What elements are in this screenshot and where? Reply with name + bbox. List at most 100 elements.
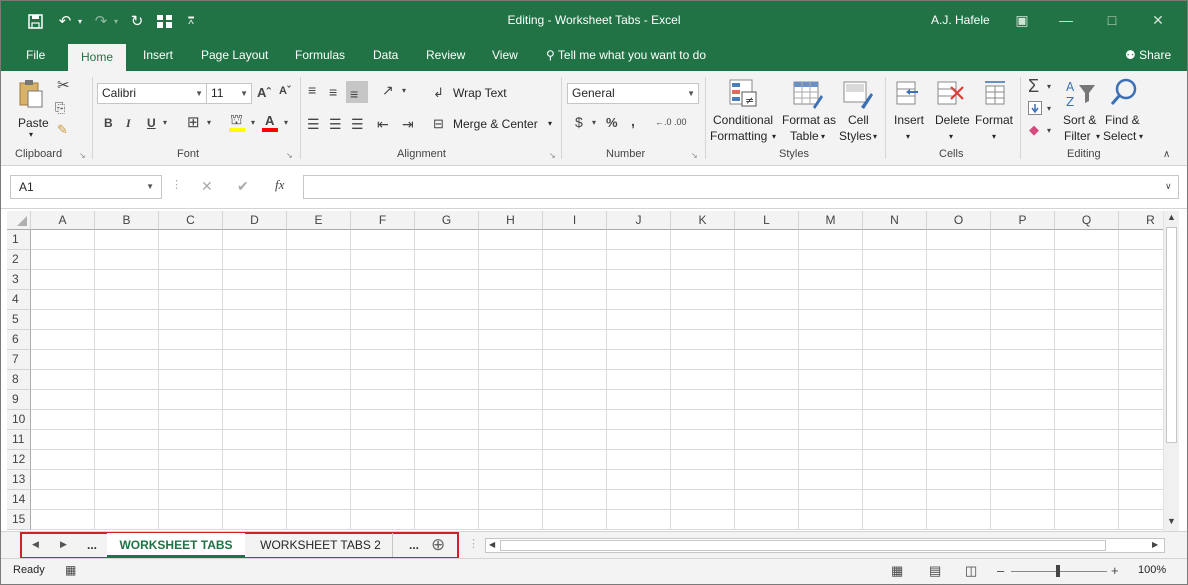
align-top-icon[interactable]: ≡	[308, 83, 316, 97]
clear-dropdown-icon[interactable]: ▾	[1047, 127, 1051, 135]
column-header[interactable]: E	[287, 211, 351, 230]
font-name-select[interactable]: Calibri ▼	[97, 83, 207, 104]
italic-button[interactable]: I	[126, 117, 131, 129]
borders-dropdown-icon[interactable]: ▾	[207, 119, 211, 127]
minimize-icon[interactable]: —	[1051, 9, 1081, 31]
copy-icon[interactable]: ⎘	[55, 101, 65, 114]
tab-file[interactable]: File	[26, 48, 45, 62]
scroll-down-icon[interactable]: ▼	[1167, 517, 1176, 526]
bold-button[interactable]: B	[104, 117, 113, 129]
column-header[interactable]: P	[991, 211, 1055, 230]
column-header[interactable]: A	[31, 211, 95, 230]
format-painter-icon[interactable]: ✎	[57, 123, 68, 136]
fill-icon[interactable]	[1028, 101, 1042, 117]
grid-row[interactable]	[31, 230, 1163, 250]
row-header[interactable]: 8	[7, 370, 31, 390]
clipboard-launcher-icon[interactable]: ↘	[79, 151, 86, 160]
align-left-icon[interactable]: ☰	[307, 117, 320, 131]
maximize-icon[interactable]: □	[1097, 9, 1127, 31]
page-layout-view-icon[interactable]: ▤	[929, 564, 941, 577]
number-launcher-icon[interactable]: ↘	[691, 151, 698, 160]
row-header[interactable]: 13	[7, 470, 31, 490]
expand-formula-icon[interactable]: ∨	[1165, 182, 1172, 191]
tell-me-box[interactable]: ⚲ Tell me what you want to do	[546, 48, 706, 62]
select-all-corner[interactable]	[7, 211, 31, 230]
next-sheet-icon[interactable]: ▶	[60, 540, 67, 549]
scroll-right-icon[interactable]: ▶	[1152, 541, 1158, 549]
underline-button[interactable]: U	[147, 117, 156, 129]
alignment-launcher-icon[interactable]: ↘	[549, 151, 556, 160]
add-sheet-icon[interactable]: ⊕	[431, 536, 445, 553]
grid-row[interactable]	[31, 370, 1163, 390]
collapse-ribbon-icon[interactable]: ∧	[1163, 150, 1170, 160]
shrink-font-icon[interactable]: Aˇ	[279, 86, 291, 97]
percent-button[interactable]: %	[606, 116, 618, 129]
vertical-scrollbar[interactable]: ▲ ▼	[1163, 211, 1179, 531]
share-button[interactable]: ⚉ Share	[1125, 48, 1171, 62]
column-header[interactable]: G	[415, 211, 479, 230]
align-bottom-button[interactable]: ≡	[346, 81, 368, 103]
number-format-select[interactable]: General ▼	[567, 83, 699, 104]
column-header[interactable]: N	[863, 211, 927, 230]
grow-font-icon[interactable]: Aˆ	[257, 86, 271, 99]
column-header[interactable]: J	[607, 211, 671, 230]
worksheet-grid[interactable]: A B C D E F G H I J K L M N O P Q R 1 2 3 4 5 6 7 8 9 10 11 12 13 14 15	[7, 211, 1163, 531]
tab-review[interactable]: Review	[426, 48, 465, 62]
row-header[interactable]: 9	[7, 390, 31, 410]
grid-row[interactable]	[31, 450, 1163, 470]
scroll-up-icon[interactable]: ▲	[1167, 213, 1176, 222]
underline-dropdown-icon[interactable]: ▾	[163, 119, 167, 127]
autosum-icon[interactable]: Σ	[1028, 77, 1039, 95]
tab-home[interactable]: Home	[68, 44, 126, 71]
row-header[interactable]: 5	[7, 310, 31, 330]
currency-button[interactable]: $	[575, 115, 583, 129]
zoom-out-icon[interactable]: –	[997, 564, 1004, 577]
column-header[interactable]: F	[351, 211, 415, 230]
column-header[interactable]: H	[479, 211, 543, 230]
cut-icon[interactable]: ✂	[57, 78, 70, 93]
row-header[interactable]: 10	[7, 410, 31, 430]
find-select-button[interactable]: Find & Select ▾	[1103, 75, 1147, 147]
more-sheets-left[interactable]: ...	[87, 539, 97, 551]
tab-insert[interactable]: Insert	[143, 48, 173, 62]
user-name[interactable]: A.J. Hafele	[931, 13, 990, 27]
column-header[interactable]: Q	[1055, 211, 1119, 230]
row-header[interactable]: 1	[7, 230, 31, 250]
splitter-icon[interactable]: ⋮	[468, 539, 479, 550]
align-center-icon[interactable]: ☰	[329, 117, 342, 131]
grid-row[interactable]	[31, 490, 1163, 510]
more-options-icon[interactable]: ⋮	[171, 180, 182, 191]
tab-data[interactable]: Data	[373, 48, 398, 62]
grid-row[interactable]	[31, 350, 1163, 370]
row-header[interactable]: 3	[7, 270, 31, 290]
fill-color-icon[interactable]: ⛫	[230, 112, 243, 126]
row-header[interactable]: 11	[7, 430, 31, 450]
column-header[interactable]: M	[799, 211, 863, 230]
borders-icon[interactable]: ⊞	[187, 115, 200, 130]
normal-view-icon[interactable]: ▦	[891, 564, 903, 577]
tab-page-layout[interactable]: Page Layout	[201, 48, 268, 62]
wrap-text-button[interactable]: ↲ Wrap Text	[433, 84, 523, 104]
cancel-icon[interactable]: ✕	[201, 179, 213, 193]
scroll-left-icon[interactable]: ◀	[489, 541, 495, 549]
horizontal-scrollbar[interactable]: ◀ ▶	[485, 538, 1165, 553]
hscroll-thumb[interactable]	[500, 540, 1106, 551]
column-header[interactable]: D	[223, 211, 287, 230]
formula-input[interactable]	[303, 175, 1179, 199]
row-header[interactable]: 7	[7, 350, 31, 370]
format-cells-button[interactable]: Format ▾	[973, 75, 1017, 147]
grid-row[interactable]	[31, 510, 1163, 530]
font-color-icon[interactable]: A	[265, 114, 274, 127]
column-header[interactable]: C	[159, 211, 223, 230]
column-header[interactable]: I	[543, 211, 607, 230]
row-header[interactable]: 4	[7, 290, 31, 310]
currency-dropdown-icon[interactable]: ▾	[592, 119, 596, 127]
fill-color-dropdown-icon[interactable]: ▾	[251, 119, 255, 127]
column-header[interactable]: O	[927, 211, 991, 230]
row-header[interactable]: 15	[7, 510, 31, 530]
increase-indent-icon[interactable]: ⇥	[402, 117, 414, 131]
grid-row[interactable]	[31, 290, 1163, 310]
enter-icon[interactable]: ✔	[237, 179, 249, 193]
format-as-table-button[interactable]: Format as Table ▾	[781, 75, 837, 147]
tab-formulas[interactable]: Formulas	[295, 48, 345, 62]
